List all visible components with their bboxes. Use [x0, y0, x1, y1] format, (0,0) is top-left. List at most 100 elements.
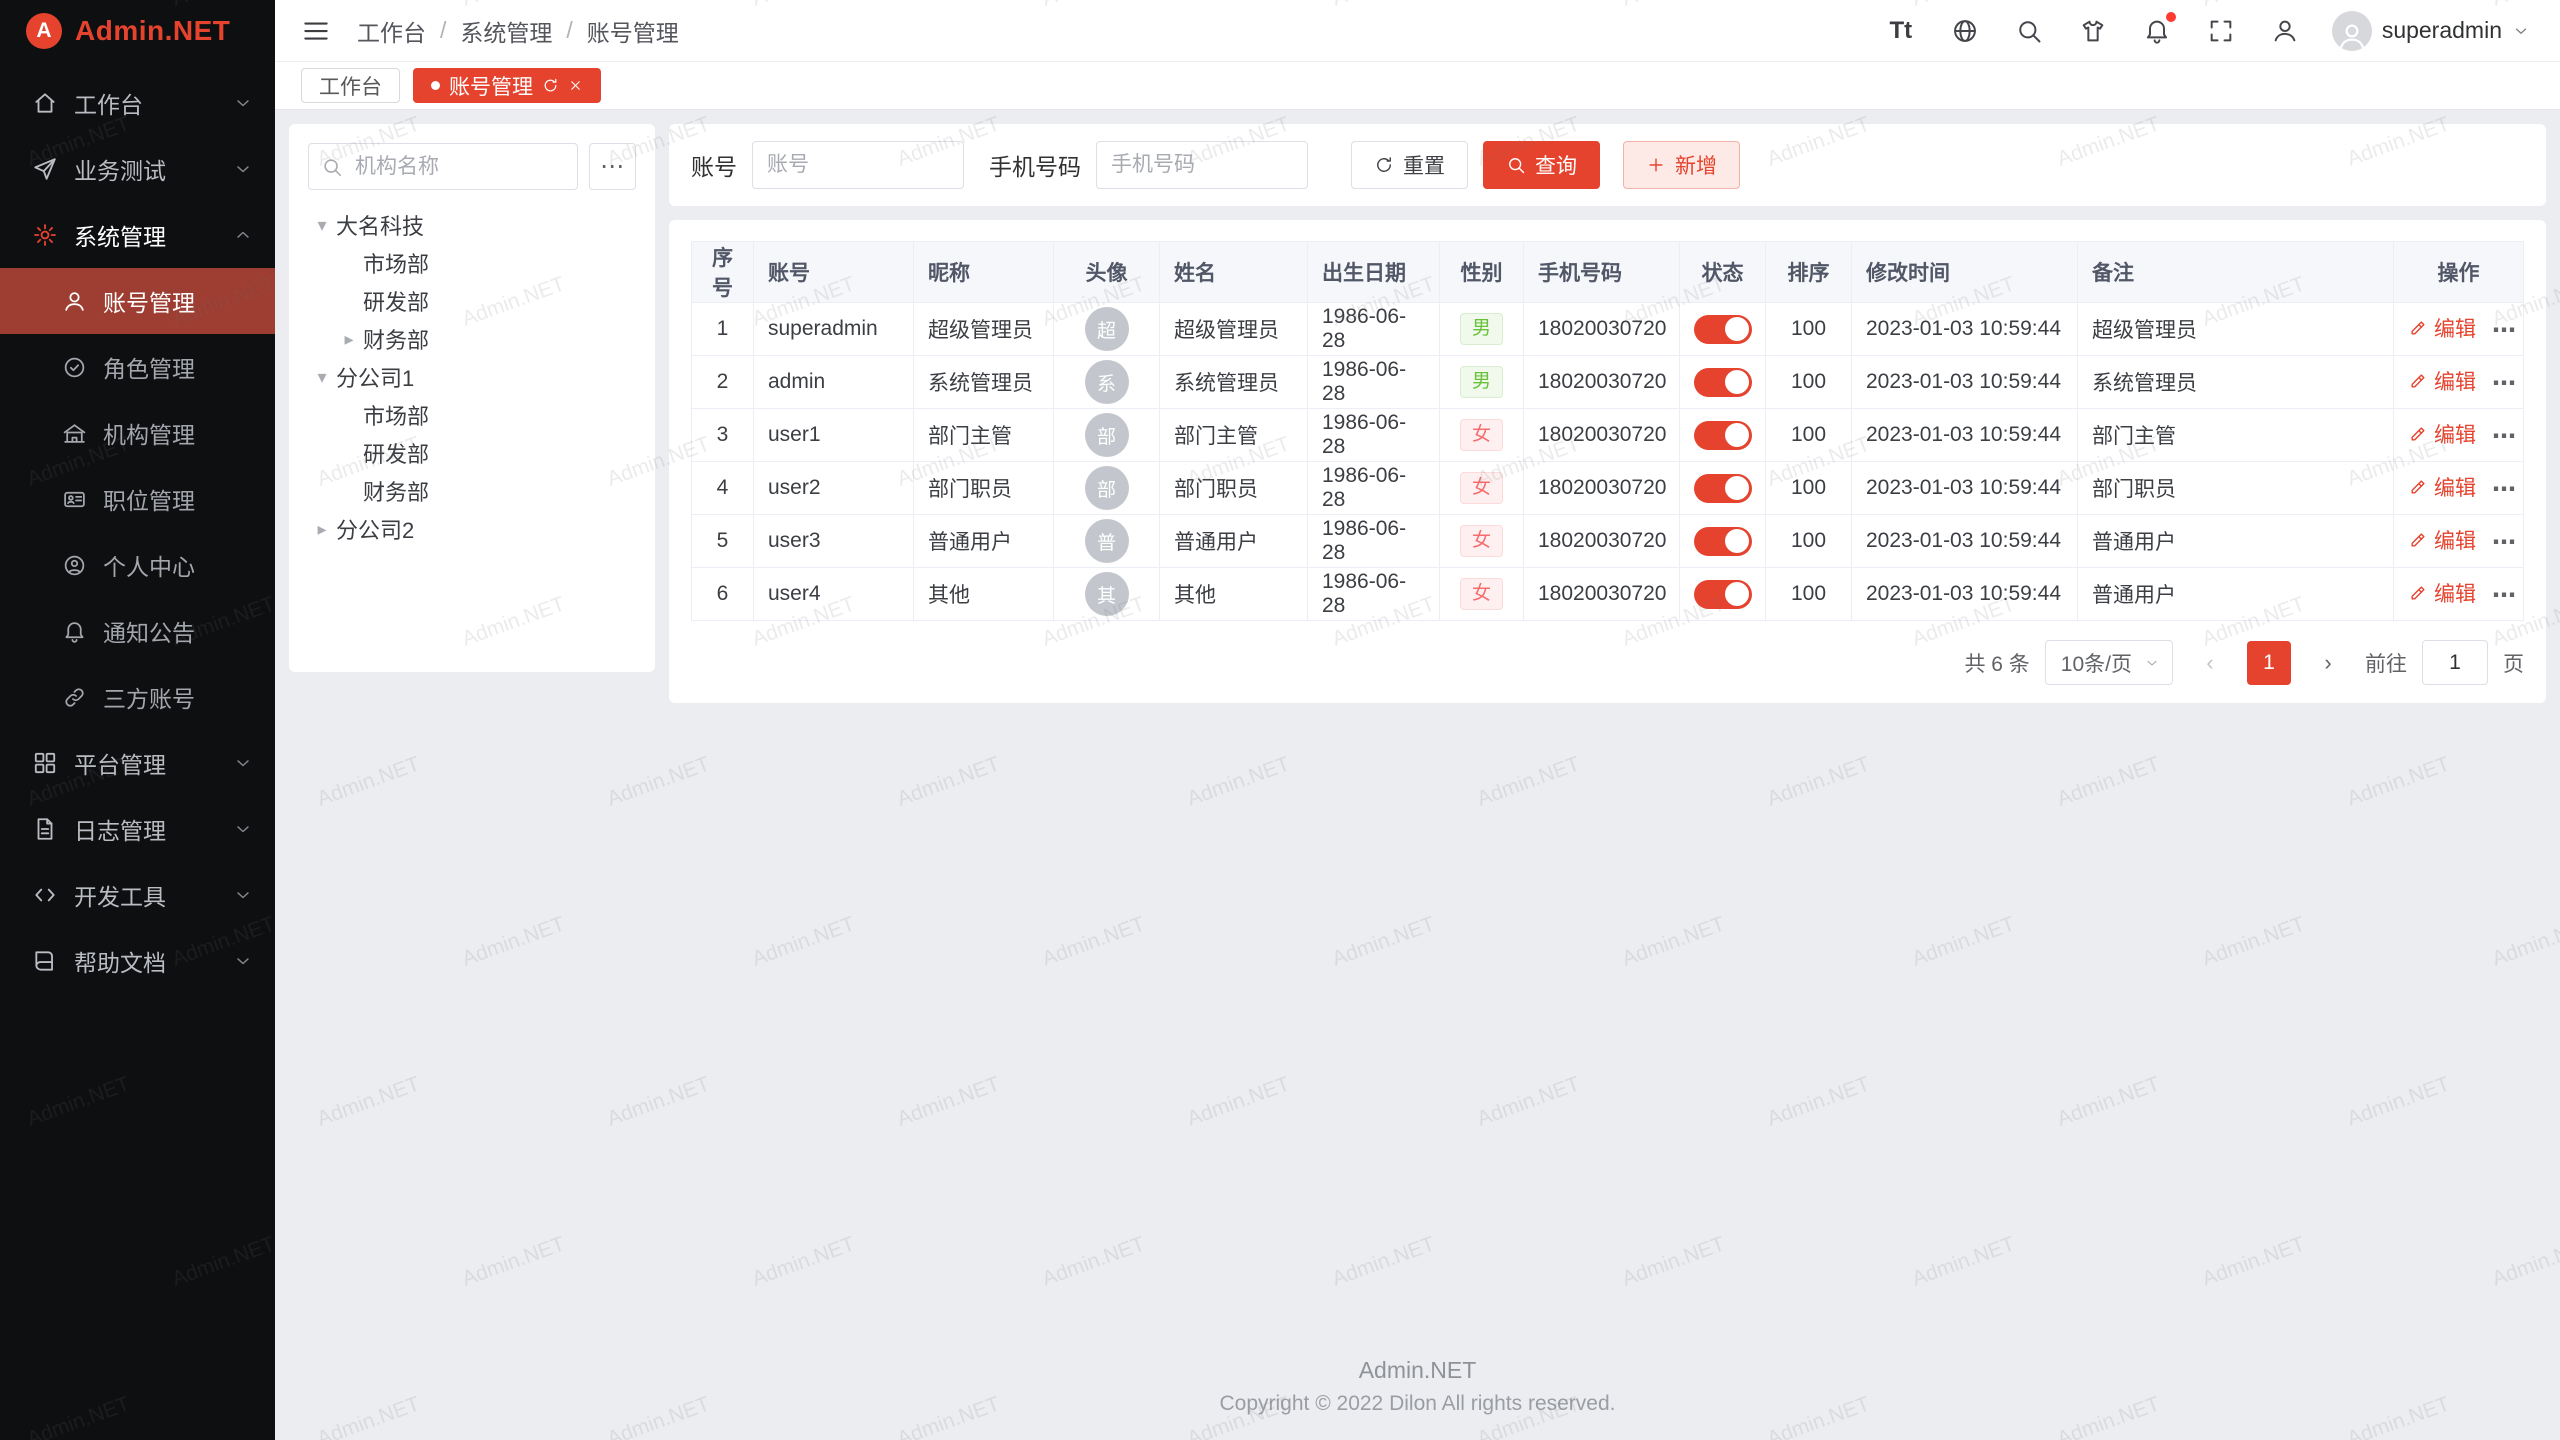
refresh-icon[interactable]	[542, 77, 559, 94]
edit-button[interactable]: 编辑	[2408, 472, 2476, 502]
goto-page-input[interactable]	[2422, 640, 2488, 685]
prev-page-button[interactable]: ‹	[2188, 641, 2232, 685]
phone-label: 手机号码	[989, 148, 1081, 182]
tree-node[interactable]: 研发部	[308, 282, 636, 320]
avatar	[2332, 11, 2372, 51]
sidebar-item-account-management[interactable]: 账号管理	[0, 268, 275, 334]
active-tab-dot	[431, 81, 440, 90]
row-avatar: 普	[1085, 519, 1129, 563]
footer-title: Admin.NET	[275, 1357, 2560, 1384]
status-toggle[interactable]	[1694, 474, 1752, 503]
edit-button[interactable]: 编辑	[2408, 525, 2476, 555]
sidebar-item-business-test[interactable]: 业务测试	[0, 136, 275, 202]
more-actions-icon[interactable]: ⋯	[2492, 423, 2517, 450]
edit-button[interactable]: 编辑	[2408, 366, 2476, 396]
status-toggle[interactable]	[1694, 527, 1752, 556]
sidebar-item-help-docs[interactable]: 帮助文档	[0, 928, 275, 994]
sidebar-item-dev-tools[interactable]: 开发工具	[0, 862, 275, 928]
status-toggle[interactable]	[1694, 421, 1752, 450]
table-row: 1 superadmin 超级管理员 超 超级管理员 1986-06-28 男 …	[692, 303, 2524, 356]
user-menu[interactable]: superadmin	[2332, 11, 2530, 51]
more-actions-icon[interactable]: ⋯	[2492, 582, 2517, 609]
sidebar-item-personal-center[interactable]: 个人中心	[0, 532, 275, 598]
right-column: 账号 手机号码 重置 查询 新增	[669, 124, 2546, 703]
sidebar-item-org-management[interactable]: 机构管理	[0, 400, 275, 466]
caret-down-icon[interactable]: ▾	[308, 367, 336, 388]
tree-node[interactable]: ▾分公司1	[308, 358, 636, 396]
fullscreen-icon[interactable]	[2204, 14, 2238, 48]
status-toggle[interactable]	[1694, 580, 1752, 609]
account-label: 账号	[691, 148, 737, 182]
more-actions-icon[interactable]: ⋯	[2492, 529, 2517, 556]
breadcrumb-item[interactable]: 工作台	[357, 14, 426, 48]
gender-badge: 女	[1460, 472, 1503, 505]
phone-input[interactable]	[1096, 141, 1308, 189]
link-icon	[60, 683, 88, 711]
user-circle-icon	[60, 551, 88, 579]
gender-badge: 男	[1460, 366, 1503, 399]
tree-more-button[interactable]: ⋯	[589, 143, 636, 190]
table-row: 4 user2 部门职员 部 部门职员 1986-06-28 女 1802003…	[692, 462, 2524, 515]
reset-button[interactable]: 重置	[1351, 141, 1468, 189]
table-row: 2 admin 系统管理员 系 系统管理员 1986-06-28 男 18020…	[692, 356, 2524, 409]
search-icon	[321, 156, 343, 178]
row-avatar: 部	[1085, 413, 1129, 457]
edit-button[interactable]: 编辑	[2408, 313, 2476, 343]
notification-badge	[2166, 12, 2176, 22]
caret-down-icon[interactable]: ▾	[308, 215, 336, 236]
page-size-select[interactable]: 10条/页	[2045, 640, 2173, 685]
sidebar-item-system-management[interactable]: 系统管理	[0, 202, 275, 268]
edit-button[interactable]: 编辑	[2408, 578, 2476, 608]
org-tree-panel: ⋯ ▾大名科技 市场部 研发部 ▸财务部 ▾分公司1 市场部 研发部 财务部 ▸…	[289, 124, 655, 672]
breadcrumb: 工作台 / 系统管理 / 账号管理	[357, 14, 679, 48]
more-actions-icon[interactable]: ⋯	[2492, 476, 2517, 503]
tree-node[interactable]: ▸财务部	[308, 320, 636, 358]
search-button[interactable]: 查询	[1483, 141, 1600, 189]
breadcrumb-item[interactable]: 系统管理	[460, 14, 552, 48]
grid-icon	[31, 749, 59, 777]
sidebar-item-workbench[interactable]: 工作台	[0, 70, 275, 136]
language-icon[interactable]	[1948, 14, 1982, 48]
theme-icon[interactable]	[2076, 14, 2110, 48]
notification-bell-icon[interactable]	[2140, 14, 2174, 48]
role-icon	[60, 353, 88, 381]
account-input[interactable]	[752, 141, 964, 189]
sidebar-item-platform-management[interactable]: 平台管理	[0, 730, 275, 796]
add-button[interactable]: 新增	[1623, 141, 1740, 189]
more-actions-icon[interactable]: ⋯	[2492, 370, 2517, 397]
next-page-button[interactable]: ›	[2306, 641, 2350, 685]
org-search-input[interactable]	[308, 143, 578, 190]
sidebar-item-position-management[interactable]: 职位管理	[0, 466, 275, 532]
menu-collapse-icon[interactable]	[301, 16, 331, 46]
table-header-row: 序号 账号 昵称 头像 姓名 出生日期 性别 手机号码 状态 排序 修改时间 备…	[692, 242, 2524, 303]
sidebar-menu: 工作台 业务测试 系统管理 账号管理 角色管理 机构管理 职位管理	[0, 62, 275, 1440]
current-page-button[interactable]: 1	[2247, 641, 2291, 685]
status-toggle[interactable]	[1694, 368, 1752, 397]
sidebar-item-third-party-account[interactable]: 三方账号	[0, 664, 275, 730]
tree-node[interactable]: 研发部	[308, 434, 636, 472]
document-icon	[31, 815, 59, 843]
edit-button[interactable]: 编辑	[2408, 419, 2476, 449]
chevron-down-icon	[233, 951, 253, 971]
breadcrumb-item[interactable]: 账号管理	[587, 14, 679, 48]
caret-right-icon[interactable]: ▸	[308, 519, 336, 540]
font-size-icon[interactable]: Tt	[1884, 14, 1918, 48]
close-icon[interactable]	[568, 78, 583, 93]
tree-node[interactable]: 市场部	[308, 396, 636, 434]
sidebar-item-notice[interactable]: 通知公告	[0, 598, 275, 664]
more-actions-icon[interactable]: ⋯	[2492, 317, 2517, 344]
chevron-down-icon	[2144, 655, 2160, 671]
tree-node[interactable]: 市场部	[308, 244, 636, 282]
tab-account-management[interactable]: 账号管理	[413, 68, 601, 103]
sidebar-item-role-management[interactable]: 角色管理	[0, 334, 275, 400]
sidebar-item-log-management[interactable]: 日志管理	[0, 796, 275, 862]
tree-node[interactable]: ▾大名科技	[308, 206, 636, 244]
tab-workbench[interactable]: 工作台	[301, 68, 400, 103]
user-icon[interactable]	[2268, 14, 2302, 48]
search-icon[interactable]	[2012, 14, 2046, 48]
tree-node[interactable]: ▸分公司2	[308, 510, 636, 548]
status-toggle[interactable]	[1694, 315, 1752, 344]
topbar-actions: Tt superadmin	[1884, 11, 2530, 51]
tree-node[interactable]: 财务部	[308, 472, 636, 510]
caret-right-icon[interactable]: ▸	[335, 329, 363, 350]
